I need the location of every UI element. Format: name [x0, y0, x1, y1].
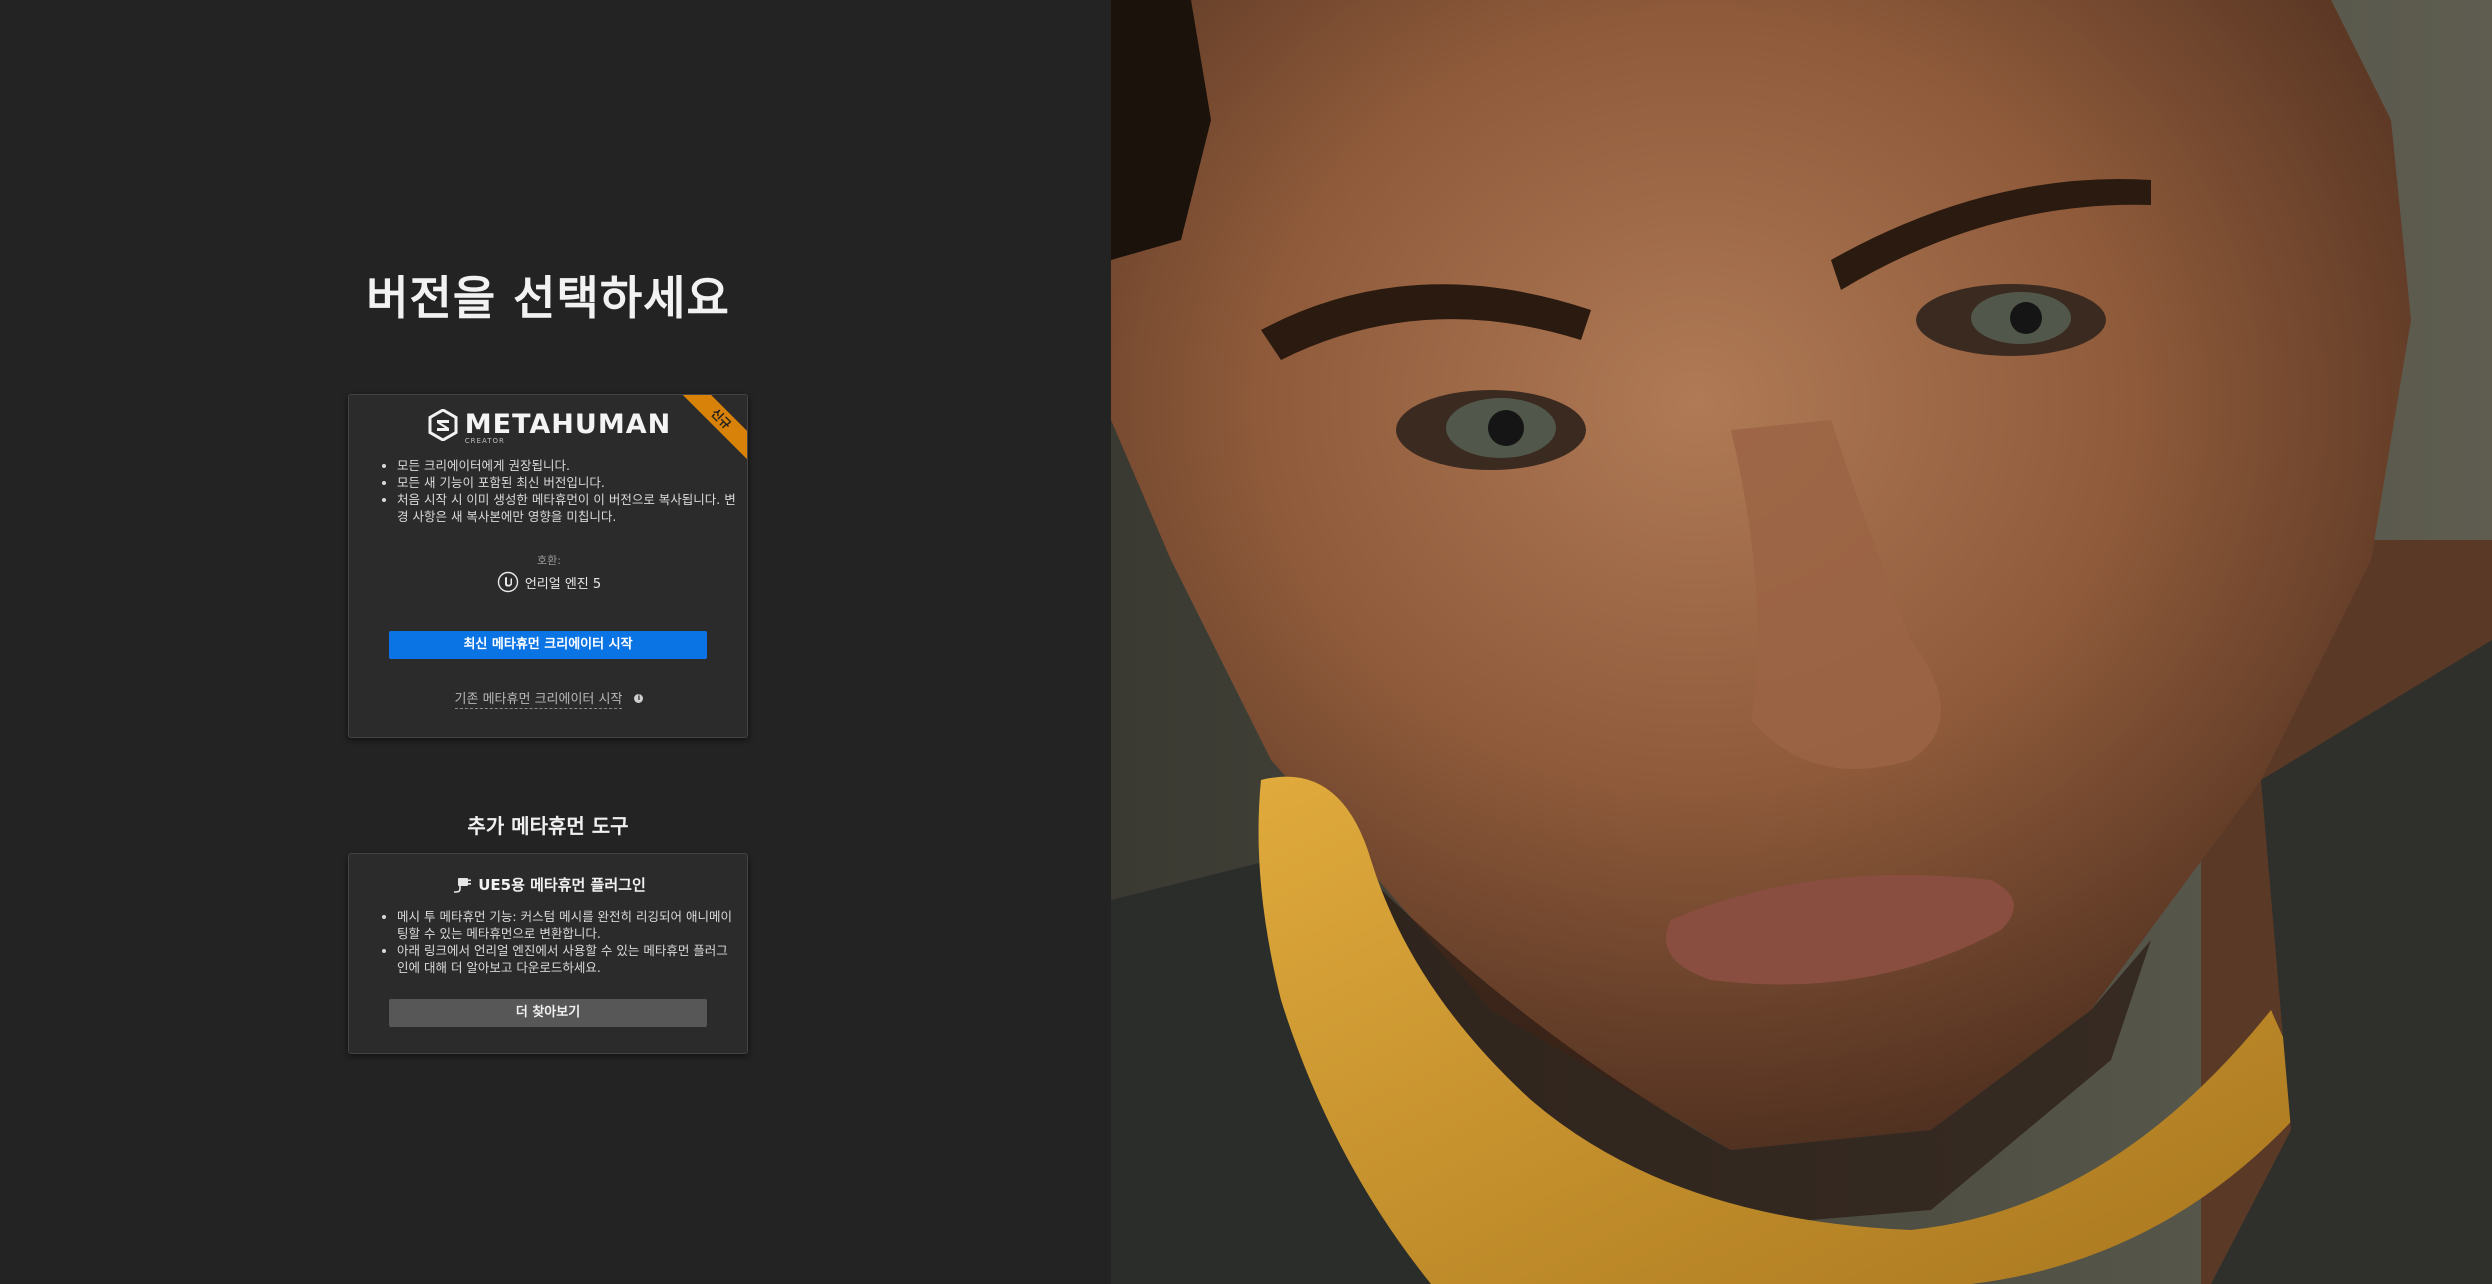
metahuman-portrait-image — [1111, 0, 2492, 1284]
metahuman-plugin-card: UE5용 메타휴먼 플러그인 메시 투 메타휴먼 기능: 커스텀 메시를 완전히… — [348, 853, 748, 1054]
logo-wordmark: METAHUMAN CREATOR — [464, 409, 672, 446]
feature-list: 모든 크리에이터에게 권장됩니다. 모든 새 기능이 포함된 최신 버전입니다.… — [349, 457, 739, 525]
list-item: 처음 시작 시 이미 생성한 메타휴먼이 이 버전으로 복사됩니다. 변경 사항… — [397, 491, 739, 525]
version-select-panel: 버전을 선택하세요 신규 METAHUMAN CREATOR 모든 크리에이터에… — [0, 0, 1111, 1284]
metahuman-logo: METAHUMAN CREATOR — [349, 409, 747, 446]
list-item: 메시 투 메타휴먼 기능: 커스텀 메시를 완전히 리깅되어 애니메이팅할 수 … — [397, 908, 739, 942]
page-title: 버전을 선택하세요 — [366, 271, 730, 325]
engine-name: 언리얼 엔진 5 — [524, 576, 602, 592]
info-icon[interactable]: i — [634, 694, 644, 703]
page: 버전을 선택하세요 신규 METAHUMAN CREATOR 모든 크리에이터에… — [0, 0, 2492, 1284]
list-item: 모든 새 기능이 포함된 최신 버전입니다. — [397, 474, 739, 491]
learn-more-button[interactable]: 더 찾아보기 — [389, 999, 707, 1027]
plugin-title-text: UE5용 메타휴먼 플러그인 — [478, 876, 646, 894]
plugin-plug-icon — [454, 877, 472, 893]
engine-compat: 언리얼 엔진 5 — [349, 571, 747, 593]
compat-label: 호환: — [537, 554, 561, 567]
unreal-engine-icon — [497, 571, 519, 593]
list-item: 아래 링크에서 언리얼 엔진에서 사용할 수 있는 메타휴먼 플러그인에 대해 … — [397, 942, 739, 976]
logo-text: METAHUMAN — [464, 409, 672, 440]
launch-legacy-link[interactable]: 기존 메타휴먼 크리에이터 시작 — [454, 688, 623, 709]
list-item: 모든 크리에이터에게 권장됩니다. — [397, 457, 739, 474]
launch-latest-button[interactable]: 최신 메타휴먼 크리에이터 시작 — [389, 631, 707, 659]
legacy-launch: 기존 메타휴먼 크리에이터 시작 i — [349, 688, 747, 709]
plugin-feature-list: 메시 투 메타휴먼 기능: 커스텀 메시를 완전히 리깅되어 애니메이팅할 수 … — [349, 908, 739, 976]
metahuman-logo-icon — [428, 409, 458, 441]
metahuman-creator-card: 신규 METAHUMAN CREATOR 모든 크리에이터에게 권장됩니다. 모… — [348, 394, 748, 738]
portrait-illustration — [1111, 0, 2492, 1284]
plugin-card-title: UE5용 메타휴먼 플러그인 — [349, 874, 747, 895]
logo-subtext: CREATOR — [464, 437, 505, 445]
tools-section-title: 추가 메타휴먼 도구 — [467, 814, 629, 838]
